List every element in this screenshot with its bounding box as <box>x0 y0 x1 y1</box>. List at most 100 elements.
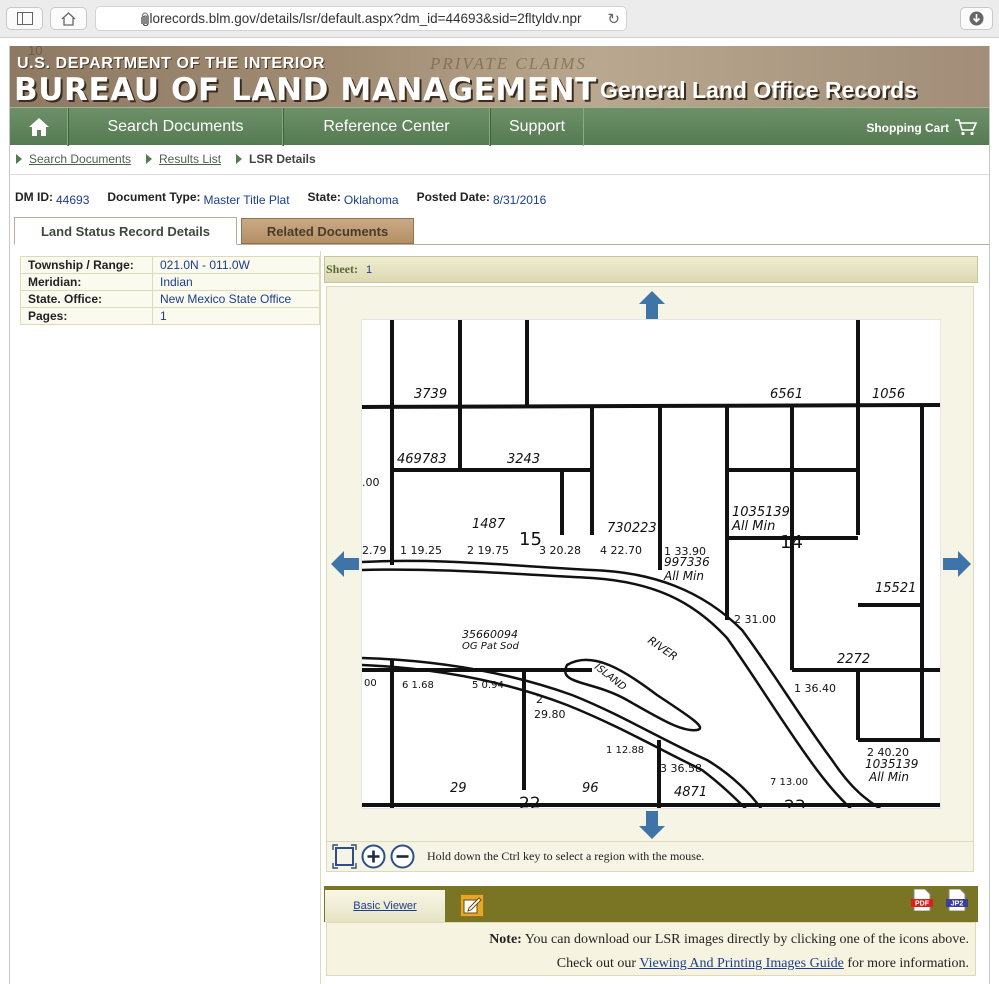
note-line-2: Check out our Viewing And Printing Image… <box>327 952 969 976</box>
table-row: State. Office: New Mexico State Office <box>20 290 320 308</box>
pdf-file-icon: PDF <box>911 888 933 912</box>
select-region-icon[interactable] <box>332 844 357 869</box>
map-label: 22 <box>519 794 541 809</box>
map-label: 1035139 <box>732 505 790 520</box>
tab-related-documents[interactable]: Related Documents <box>241 218 414 244</box>
main-nav: Search Documents Reference Center Suppor… <box>10 107 989 146</box>
map-label: 3739 <box>414 387 447 402</box>
address-bar[interactable]: glorecords.blm.gov/details/lsr/default.a… <box>95 6 627 31</box>
detail-value: Indian <box>152 273 320 291</box>
map-label: 29 <box>450 781 467 796</box>
map-label: RIVER <box>645 634 680 664</box>
pan-left-arrow-icon[interactable] <box>331 551 359 577</box>
map-label: 4871 <box>674 785 707 800</box>
map-label: 23 <box>784 797 806 809</box>
nav-search-documents[interactable]: Search Documents <box>68 108 283 146</box>
url-text: glorecords.blm.gov/details/lsr/default.a… <box>142 11 582 26</box>
breadcrumb-link[interactable]: Results List <box>159 152 221 166</box>
pan-down-arrow-icon[interactable] <box>639 811 665 839</box>
column-divider <box>320 251 321 984</box>
page: 10 PRIVATE CLAIMS U.S. DEPARTMENT OF THE… <box>9 46 990 984</box>
map-label: 29.80 <box>534 708 566 721</box>
nav-label: Search Documents <box>107 118 244 135</box>
shopping-cart-link[interactable]: Shopping Cart <box>866 119 977 136</box>
nav-label: Reference Center <box>323 118 450 135</box>
map-label: 2 31.00 <box>734 613 776 626</box>
note-bold: Note: <box>489 932 522 947</box>
detail-tabs: Land Status Record Details Related Docum… <box>14 217 989 245</box>
department-title: U.S. DEPARTMENT OF THE INTERIOR <box>17 55 326 72</box>
breadcrumb-item[interactable]: Search Documents <box>16 152 131 166</box>
map-label: 1035139 <box>865 757 918 771</box>
map-label: 6561 <box>770 387 803 402</box>
zoom-out-icon[interactable] <box>390 844 415 869</box>
detail-label: Meridian: <box>20 273 153 291</box>
pdf-download-icon[interactable]: PDF <box>911 888 933 912</box>
viewer-hint: Hold down the Ctrl key to select a regio… <box>427 849 705 863</box>
downloads-button[interactable] <box>960 7 993 30</box>
map-label: 3243 <box>507 452 540 467</box>
arrow-right-icon <box>16 154 22 164</box>
map-label: 35660094 <box>462 628 518 641</box>
doc-type-label: Document Type: <box>107 190 201 204</box>
map-label: 4 22.70 <box>600 544 642 557</box>
viewer-toolbar: Hold down the Ctrl key to select a regio… <box>327 841 973 871</box>
detail-value: New Mexico State Office <box>152 290 320 308</box>
map-label: All Min <box>731 519 775 534</box>
table-row: Meridian: Indian <box>20 273 320 291</box>
breadcrumb-item[interactable]: Results List <box>146 152 221 166</box>
detail-label: State. Office: <box>20 290 153 308</box>
jp2-download-icon[interactable]: JP2 <box>946 888 968 912</box>
pdf-label: PDF <box>915 901 930 908</box>
map-label: 3 36.58 <box>660 762 702 775</box>
bureau-title[interactable]: BUREAU OF LAND MANAGEMENT <box>14 72 597 107</box>
viewer-bar: Basic Viewer PDF JP2 <box>324 886 978 922</box>
nav-home[interactable] <box>10 108 68 146</box>
breadcrumb: Search Documents Results List LSR Detail… <box>10 145 989 175</box>
open-viewer-icon[interactable] <box>460 894 484 917</box>
edit-icon <box>463 897 482 914</box>
tab-land-status-record-details[interactable]: Land Status Record Details <box>14 217 237 245</box>
detail-label: Pages: <box>20 307 153 325</box>
table-row: Township / Range: 021.0N - 011.0W <box>20 256 320 274</box>
nav-support[interactable]: Support <box>490 108 584 146</box>
map-label: All Min <box>868 770 909 784</box>
zoom-in-icon[interactable] <box>361 844 386 869</box>
map-label: 1 36.40 <box>794 682 836 695</box>
site-banner: 10 PRIVATE CLAIMS U.S. DEPARTMENT OF THE… <box>10 46 989 107</box>
jp2-file-icon: JP2 <box>946 888 968 912</box>
map-label: 1 19.25 <box>400 544 442 557</box>
map-label: OG Pat Sod <box>462 641 520 652</box>
detail-value: 1 <box>152 307 320 325</box>
map-label: 469783 <box>397 452 447 467</box>
sidebar-icon <box>16 12 33 25</box>
pan-up-arrow-icon[interactable] <box>639 291 665 319</box>
map-label: 3 20.28 <box>539 544 581 557</box>
site-title[interactable]: General Land Office Records <box>600 77 917 104</box>
viewing-guide-link[interactable]: Viewing And Printing Images Guide <box>639 956 843 971</box>
note-text-post: for more information. <box>847 956 969 971</box>
sheet-value: 1 <box>366 263 373 276</box>
image-viewer: 3739 6561 1056 469783 3243 1487 730223 1… <box>326 286 974 872</box>
basic-viewer-link[interactable]: Basic Viewer <box>353 900 416 912</box>
reload-icon[interactable]: ↻ <box>607 10 620 28</box>
map-label: 00 <box>364 678 377 689</box>
plat-map-image[interactable]: 3739 6561 1056 469783 3243 1487 730223 1… <box>361 319 941 809</box>
breadcrumb-link[interactable]: Search Documents <box>29 152 131 166</box>
map-label: 2 19.75 <box>467 544 509 557</box>
nav-reference-center[interactable]: Reference Center <box>283 108 490 146</box>
plat-map-drawing: 3739 6561 1056 469783 3243 1487 730223 1… <box>362 320 940 809</box>
basic-viewer-tab[interactable]: Basic Viewer <box>325 890 445 922</box>
state-value: Oklahoma <box>343 193 399 207</box>
map-label: 2 <box>536 693 543 706</box>
pan-right-arrow-icon[interactable] <box>943 551 971 577</box>
map-label: 96 <box>582 781 599 796</box>
map-label: 2.79 <box>362 544 387 557</box>
note-text-pre: Check out our <box>556 956 637 971</box>
map-label: 6 1.68 <box>402 680 434 691</box>
map-label: All Min <box>663 569 704 583</box>
lock-icon <box>141 12 149 24</box>
sidebar-toggle-button[interactable] <box>6 7 43 30</box>
home-button[interactable] <box>50 7 87 30</box>
jp2-label: JP2 <box>951 901 964 908</box>
